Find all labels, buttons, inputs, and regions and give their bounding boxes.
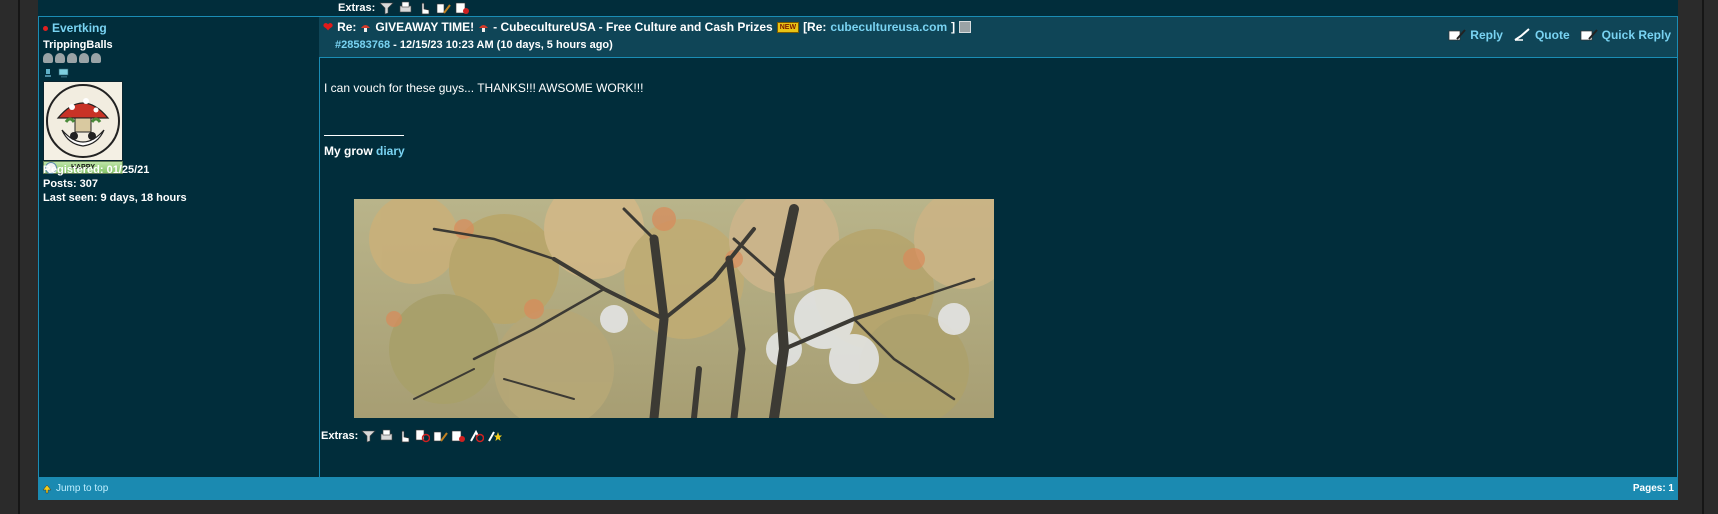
subject-suffix: - CubecultureUSA - Free Culture and Cash… bbox=[493, 20, 773, 34]
re-suffix: ] bbox=[951, 20, 956, 34]
quick-reply-label[interactable]: Quick Reply bbox=[1602, 28, 1671, 42]
mushroom-icon bbox=[479, 24, 489, 32]
signature-divider bbox=[324, 135, 404, 136]
quick-reply-icon bbox=[1580, 29, 1598, 41]
computer-icon bbox=[58, 68, 69, 78]
rank-mushroom-icons bbox=[43, 53, 101, 63]
notify-icon[interactable] bbox=[455, 1, 470, 15]
quick-reply-button[interactable]: Quick Reply bbox=[1580, 28, 1671, 42]
post-panel: ❤ Re: GIVEAWAY TIME! - CubecultureUSA - … bbox=[319, 17, 1678, 477]
hand-pointer-icon[interactable] bbox=[397, 429, 412, 443]
avatar[interactable] bbox=[43, 81, 123, 161]
ignore-icon[interactable] bbox=[469, 429, 485, 443]
mushroom-icon bbox=[91, 53, 101, 63]
post-header: ❤ Re: GIVEAWAY TIME! - CubecultureUSA - … bbox=[319, 17, 1677, 58]
subject-main: GIVEAWAY TIME! bbox=[375, 20, 475, 34]
bottom-extras-bar: Extras: bbox=[321, 429, 503, 443]
edit-icon[interactable] bbox=[433, 429, 449, 443]
post-actions: Reply Quote Quick Reply bbox=[1448, 28, 1671, 42]
quote-icon bbox=[1514, 28, 1530, 41]
print-icon[interactable] bbox=[398, 1, 413, 15]
star-icon[interactable] bbox=[487, 429, 503, 443]
diary-link[interactable]: diary bbox=[376, 144, 405, 158]
mushroom-icon bbox=[67, 53, 77, 63]
post-subject: ❤ Re: GIVEAWAY TIME! - CubecultureUSA - … bbox=[323, 20, 972, 34]
footer-bar: Jump to top Pages: 1 bbox=[38, 477, 1678, 500]
forum-thread: Extras: Evertking TrippingBalls HAPPY Re… bbox=[38, 0, 1678, 500]
mushroom-icon bbox=[43, 53, 53, 63]
signature: My grow diary bbox=[324, 144, 405, 158]
avatar-image bbox=[46, 84, 120, 158]
new-badge: NEW bbox=[776, 21, 800, 33]
author-panel: Evertking TrippingBalls HAPPY Registered… bbox=[38, 17, 320, 477]
arrow-up-icon bbox=[42, 484, 52, 493]
jump-to-top-text[interactable]: Jump to top bbox=[56, 483, 108, 494]
post-body: I can vouch for these guys... THANKS!!! … bbox=[324, 81, 644, 95]
quote-button[interactable]: Quote bbox=[1513, 28, 1570, 42]
mushroom-icon bbox=[79, 53, 89, 63]
reply-icon bbox=[1448, 29, 1467, 41]
heart-icon: ❤ bbox=[323, 20, 334, 34]
notify-icon[interactable] bbox=[451, 429, 466, 443]
quote-label[interactable]: Quote bbox=[1535, 28, 1570, 42]
filter-icon[interactable] bbox=[361, 429, 377, 443]
extras-label: Extras: bbox=[321, 430, 359, 442]
filter-icon[interactable] bbox=[379, 1, 395, 15]
author-rank: TrippingBalls bbox=[43, 39, 113, 51]
extras-label: Extras: bbox=[338, 2, 376, 14]
edit-icon[interactable] bbox=[436, 1, 452, 15]
mushroom-icon bbox=[55, 53, 65, 63]
online-status-icon bbox=[43, 25, 48, 31]
signature-prefix: My grow bbox=[324, 144, 373, 158]
pages-indicator: Pages: 1 bbox=[1632, 483, 1674, 494]
re-prefix: [Re: bbox=[803, 20, 827, 34]
block-icon[interactable] bbox=[415, 429, 431, 443]
author-registered: Registered: 01/25/21 bbox=[43, 164, 150, 176]
tree-photo bbox=[354, 199, 994, 418]
external-link-icon[interactable] bbox=[959, 21, 972, 33]
author-badges bbox=[43, 68, 70, 78]
reply-button[interactable]: Reply bbox=[1448, 28, 1503, 42]
top-extras-bar: Extras: bbox=[338, 0, 470, 16]
print-icon[interactable] bbox=[379, 429, 394, 443]
post-image[interactable] bbox=[354, 199, 994, 418]
username-text[interactable]: Evertking bbox=[52, 21, 107, 35]
jump-to-top-link[interactable]: Jump to top bbox=[42, 483, 108, 494]
subject-prefix: Re: bbox=[337, 20, 357, 34]
trophy-icon bbox=[45, 69, 51, 77]
hand-pointer-icon[interactable] bbox=[417, 1, 432, 15]
author-last-seen: Last seen: 9 days, 18 hours bbox=[43, 192, 187, 204]
re-link[interactable]: cubecultureusa.com bbox=[830, 20, 947, 34]
post-id-link[interactable]: #28583768 bbox=[335, 39, 390, 51]
post-timestamp: - 12/15/23 10:23 AM (10 days, 5 hours ag… bbox=[393, 39, 613, 51]
author-username[interactable]: Evertking bbox=[43, 21, 107, 35]
reply-label[interactable]: Reply bbox=[1470, 28, 1503, 42]
page-frame: Extras: Evertking TrippingBalls HAPPY Re… bbox=[18, 0, 1704, 514]
author-posts: Posts: 307 bbox=[43, 178, 99, 190]
mushroom-icon bbox=[361, 24, 371, 32]
post-meta: #28583768 - 12/15/23 10:23 AM (10 days, … bbox=[335, 39, 613, 51]
